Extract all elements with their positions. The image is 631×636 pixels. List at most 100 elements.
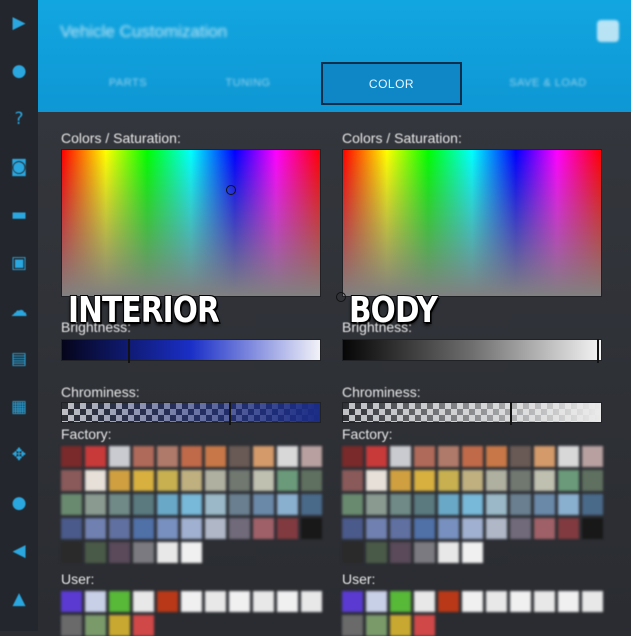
user-swatch[interactable] — [205, 591, 226, 612]
user-swatch[interactable] — [462, 591, 483, 612]
factory-swatch[interactable] — [438, 518, 459, 539]
person-icon[interactable]: ▲ — [8, 588, 30, 610]
body-picker-handle[interactable] — [336, 292, 346, 302]
factory-swatch[interactable] — [366, 494, 387, 515]
factory-swatch[interactable] — [390, 518, 411, 539]
grid-icon[interactable]: ▦ — [8, 396, 30, 418]
factory-swatch[interactable] — [390, 470, 411, 491]
factory-swatch[interactable] — [109, 494, 130, 515]
interior-chrominess-slider[interactable] — [61, 402, 321, 425]
user-swatch[interactable] — [301, 591, 322, 612]
factory-swatch[interactable] — [534, 518, 555, 539]
factory-swatch[interactable] — [157, 470, 178, 491]
factory-swatch[interactable] — [366, 446, 387, 467]
interior-chrominess-handle[interactable] — [228, 402, 231, 425]
factory-swatch[interactable] — [85, 518, 106, 539]
user-swatch[interactable] — [253, 591, 274, 612]
tab-save-load[interactable]: SAVE & LOAD — [478, 62, 618, 104]
user-swatch[interactable] — [85, 591, 106, 612]
factory-swatch[interactable] — [414, 542, 435, 563]
user-swatch[interactable] — [534, 591, 555, 612]
factory-swatch[interactable] — [301, 446, 322, 467]
user-swatch[interactable] — [438, 591, 459, 612]
user-swatch[interactable] — [229, 591, 250, 612]
user-swatch[interactable] — [366, 591, 387, 612]
factory-swatch[interactable] — [109, 470, 130, 491]
factory-swatch[interactable] — [181, 470, 202, 491]
body-brightness-slider[interactable] — [342, 339, 602, 363]
car-icon[interactable]: ▬ — [8, 204, 30, 226]
play-icon[interactable]: ▶ — [8, 12, 30, 34]
interior-picker-handle[interactable] — [226, 184, 236, 195]
factory-swatch[interactable] — [558, 446, 579, 467]
factory-swatch[interactable] — [582, 446, 603, 467]
factory-swatch[interactable] — [301, 518, 322, 539]
factory-swatch[interactable] — [390, 446, 411, 467]
factory-swatch[interactable] — [414, 518, 435, 539]
factory-swatch[interactable] — [61, 470, 82, 491]
factory-swatch[interactable] — [342, 518, 363, 539]
body-chrominess-slider[interactable] — [342, 402, 602, 425]
factory-swatch[interactable] — [229, 494, 250, 515]
user-swatch[interactable] — [486, 591, 507, 612]
factory-swatch[interactable] — [157, 494, 178, 515]
user-swatch[interactable] — [133, 615, 154, 636]
factory-swatch[interactable] — [61, 542, 82, 563]
cloud-icon[interactable]: ☁ — [8, 300, 30, 322]
tab-parts[interactable]: PARTS — [58, 62, 198, 104]
user-swatch[interactable] — [366, 615, 387, 636]
factory-swatch[interactable] — [181, 494, 202, 515]
factory-swatch[interactable] — [205, 494, 226, 515]
factory-swatch[interactable] — [390, 542, 411, 563]
factory-swatch[interactable] — [486, 470, 507, 491]
body-spectrum-picker[interactable]: BODY — [342, 149, 602, 331]
help-icon[interactable]: ? — [8, 108, 30, 130]
factory-swatch[interactable] — [438, 446, 459, 467]
factory-swatch[interactable] — [301, 470, 322, 491]
factory-swatch[interactable] — [414, 494, 435, 515]
factory-swatch[interactable] — [438, 470, 459, 491]
factory-swatch[interactable] — [558, 494, 579, 515]
factory-swatch[interactable] — [277, 494, 298, 515]
user-swatch[interactable] — [582, 591, 603, 612]
factory-swatch[interactable] — [582, 470, 603, 491]
user-swatch[interactable] — [390, 615, 411, 636]
factory-swatch[interactable] — [229, 446, 250, 467]
user-swatch[interactable] — [390, 591, 411, 612]
interior-brightness-slider[interactable] — [61, 339, 321, 363]
camera-icon[interactable]: ◙ — [8, 156, 30, 178]
user-swatch[interactable] — [510, 591, 531, 612]
factory-swatch[interactable] — [486, 446, 507, 467]
user-swatch[interactable] — [109, 591, 130, 612]
factory-swatch[interactable] — [181, 518, 202, 539]
factory-swatch[interactable] — [133, 446, 154, 467]
factory-swatch[interactable] — [342, 542, 363, 563]
factory-swatch[interactable] — [462, 518, 483, 539]
factory-swatch[interactable] — [342, 446, 363, 467]
factory-swatch[interactable] — [390, 494, 411, 515]
dpad-icon[interactable]: ✥ — [8, 444, 30, 466]
factory-swatch[interactable] — [486, 494, 507, 515]
factory-swatch[interactable] — [277, 470, 298, 491]
factory-swatch[interactable] — [253, 470, 274, 491]
factory-swatch[interactable] — [366, 470, 387, 491]
factory-swatch[interactable] — [277, 518, 298, 539]
user-swatch[interactable] — [181, 591, 202, 612]
factory-swatch[interactable] — [85, 494, 106, 515]
factory-swatch[interactable] — [534, 446, 555, 467]
user-swatch[interactable] — [85, 615, 106, 636]
factory-swatch[interactable] — [462, 470, 483, 491]
user-swatch[interactable] — [342, 615, 363, 636]
factory-swatch[interactable] — [558, 518, 579, 539]
factory-swatch[interactable] — [438, 494, 459, 515]
factory-swatch[interactable] — [133, 470, 154, 491]
header-action-icon[interactable] — [597, 20, 619, 42]
factory-swatch[interactable] — [462, 542, 483, 563]
user-swatch[interactable] — [342, 591, 363, 612]
factory-swatch[interactable] — [534, 470, 555, 491]
body-brightness-handle[interactable] — [597, 339, 600, 363]
factory-swatch[interactable] — [414, 470, 435, 491]
factory-swatch[interactable] — [181, 542, 202, 563]
audio-icon[interactable]: ◀ — [8, 540, 30, 562]
factory-swatch[interactable] — [205, 518, 226, 539]
